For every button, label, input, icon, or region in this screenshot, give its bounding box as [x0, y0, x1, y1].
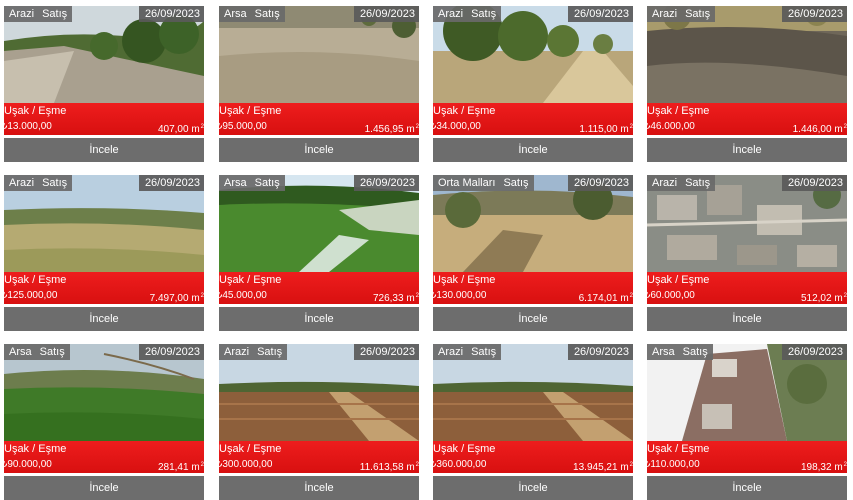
listing-location: Uşak / Eşme: [433, 443, 496, 455]
listing-area: 512,02 m2: [800, 293, 847, 304]
listing-info-bar: Uşak / Eşme ₺360.000,00 13.945,21 m2: [430, 441, 633, 473]
listing-card[interactable]: Orta Malları Satış 26/09/2023 Uşak / Eşme…: [430, 175, 633, 331]
listing-price: ₺45.000,00: [216, 290, 267, 301]
listing-card[interactable]: Arazi Satış 26/09/2023 Uşak / Eşme ₺60.00…: [644, 175, 847, 331]
listing-date: 26/09/2023: [567, 175, 633, 191]
listing-date: 26/09/2023: [353, 6, 419, 22]
listing-location: Uşak / Eşme: [4, 274, 67, 286]
listing-location: Uşak / Eşme: [433, 105, 496, 117]
listing-price: ₺13.000,00: [1, 121, 52, 132]
listing-type-badge: Arsa Satış: [219, 175, 285, 191]
listing-type-badge: Arazi Satış: [433, 344, 502, 360]
listing-info-bar: Uşak / Eşme ₺34.000,00 1.115,00 m2: [430, 103, 633, 135]
listing-location: Uşak / Eşme: [647, 274, 710, 286]
listing-location: Uşak / Eşme: [4, 105, 67, 117]
listing-location: Uşak / Eşme: [219, 443, 282, 455]
listing-info-bar: Uşak / Eşme ₺90.000,00 281,41 m2: [1, 441, 204, 473]
listing-card[interactable]: Arazi Satış 26/09/2023 Uşak / Eşme ₺13.00…: [1, 6, 204, 162]
listing-info-bar: Uşak / Eşme ₺60.000,00 512,02 m2: [644, 272, 847, 304]
listing-info-bar: Uşak / Eşme ₺110.000,00 198,32 m2: [644, 441, 847, 473]
listing-date: 26/09/2023: [781, 6, 847, 22]
listing-info-bar: Uşak / Eşme ₺300.000,00 11.613,58 m2: [216, 441, 419, 473]
listing-card[interactable]: Arazi Satış 26/09/2023 Uşak / Eşme ₺300.0…: [216, 344, 419, 500]
listing-area: 11.613,58 m2: [359, 462, 419, 473]
listing-card[interactable]: Arazi Satış 26/09/2023 Uşak / Eşme ₺46.00…: [644, 6, 847, 162]
listing-date: 26/09/2023: [567, 344, 633, 360]
listing-location: Uşak / Eşme: [219, 105, 282, 117]
listing-area: 1.446,00 m2: [792, 124, 847, 135]
listing-card[interactable]: Arsa Satış 26/09/2023 Uşak / Eşme ₺45.000…: [216, 175, 419, 331]
listing-price: ₺60.000,00: [644, 290, 695, 301]
listing-type-badge: Arsa Satış: [647, 344, 713, 360]
listing-location: Uşak / Eşme: [433, 274, 496, 286]
listing-type-badge: Arsa Satış: [4, 344, 70, 360]
listing-type-badge: Arsa Satış: [219, 6, 285, 22]
listing-location: Uşak / Eşme: [4, 443, 67, 455]
listing-info-bar: Uşak / Eşme ₺130.000,00 6.174,01 m2: [430, 272, 633, 304]
listing-price: ₺95.000,00: [216, 121, 267, 132]
listing-date: 26/09/2023: [781, 344, 847, 360]
listing-price: ₺34.000,00: [430, 121, 481, 132]
inspect-button[interactable]: İncele: [219, 307, 419, 331]
listing-price: ₺110.000,00: [644, 459, 700, 470]
listing-type-badge: Arazi Satış: [647, 6, 716, 22]
inspect-button[interactable]: İncele: [4, 138, 204, 162]
inspect-button[interactable]: İncele: [647, 476, 847, 500]
listing-area: 198,32 m2: [800, 462, 847, 473]
listing-info-bar: Uşak / Eşme ₺95.000,00 1.456,95 m2: [216, 103, 419, 135]
inspect-button[interactable]: İncele: [219, 476, 419, 500]
inspect-button[interactable]: İncele: [433, 476, 633, 500]
listing-type-badge: Arazi Satış: [219, 344, 288, 360]
listing-location: Uşak / Eşme: [219, 274, 282, 286]
listing-info-bar: Uşak / Eşme ₺45.000,00 726,33 m2: [216, 272, 419, 304]
listing-type-badge: Arazi Satış: [647, 175, 716, 191]
listing-area: 726,33 m2: [372, 293, 419, 304]
listing-area: 7.497,00 m2: [149, 293, 204, 304]
listing-info-bar: Uşak / Eşme ₺46.000,00 1.446,00 m2: [644, 103, 847, 135]
listing-date: 26/09/2023: [138, 344, 204, 360]
listing-type-badge: Arazi Satış: [433, 6, 502, 22]
inspect-button[interactable]: İncele: [433, 138, 633, 162]
listing-price: ₺125.000,00: [1, 290, 58, 301]
listing-type-badge: Arazi Satış: [4, 6, 73, 22]
listing-area: 1.456,95 m2: [364, 124, 419, 135]
listing-price: ₺360.000,00: [430, 459, 487, 470]
listing-date: 26/09/2023: [781, 175, 847, 191]
listing-card[interactable]: Arsa Satış 26/09/2023 Uşak / Eşme ₺110.00…: [644, 344, 847, 500]
listing-card[interactable]: Arsa Satış 26/09/2023 Uşak / Eşme ₺90.000…: [1, 344, 204, 500]
listing-price: ₺130.000,00: [430, 290, 487, 301]
inspect-button[interactable]: İncele: [4, 476, 204, 500]
listing-date: 26/09/2023: [567, 6, 633, 22]
inspect-button[interactable]: İncele: [4, 307, 204, 331]
listing-price: ₺46.000,00: [644, 121, 695, 132]
listing-location: Uşak / Eşme: [647, 443, 710, 455]
listing-date: 26/09/2023: [353, 344, 419, 360]
listing-location: Uşak / Eşme: [647, 105, 710, 117]
inspect-button[interactable]: İncele: [433, 307, 633, 331]
listing-price: ₺90.000,00: [1, 459, 52, 470]
listing-info-bar: Uşak / Eşme ₺125.000,00 7.497,00 m2: [1, 272, 204, 304]
listing-area: 13.945,21 m2: [573, 462, 633, 473]
listing-date: 26/09/2023: [353, 175, 419, 191]
listing-area: 1.115,00 m2: [579, 124, 633, 135]
listing-info-bar: Uşak / Eşme ₺13.000,00 407,00 m2: [1, 103, 204, 135]
listing-area: 281,41 m2: [157, 462, 204, 473]
listing-price: ₺300.000,00: [216, 459, 273, 470]
listing-card[interactable]: Arsa Satış 26/09/2023 Uşak / Eşme ₺95.000…: [216, 6, 419, 162]
inspect-button[interactable]: İncele: [219, 138, 419, 162]
listing-card[interactable]: Arazi Satış 26/09/2023 Uşak / Eşme ₺125.0…: [1, 175, 204, 331]
listing-date: 26/09/2023: [138, 6, 204, 22]
listing-card[interactable]: Arazi Satış 26/09/2023 Uşak / Eşme ₺34.00…: [430, 6, 633, 162]
inspect-button[interactable]: İncele: [647, 138, 847, 162]
listing-area: 407,00 m2: [157, 124, 204, 135]
listing-card[interactable]: Arazi Satış 26/09/2023 Uşak / Eşme ₺360.0…: [430, 344, 633, 500]
listing-area: 6.174,01 m2: [578, 293, 633, 304]
listing-type-badge: Orta Malları Satış: [433, 175, 534, 191]
listing-date: 26/09/2023: [138, 175, 204, 191]
inspect-button[interactable]: İncele: [647, 307, 847, 331]
listing-type-badge: Arazi Satış: [4, 175, 73, 191]
